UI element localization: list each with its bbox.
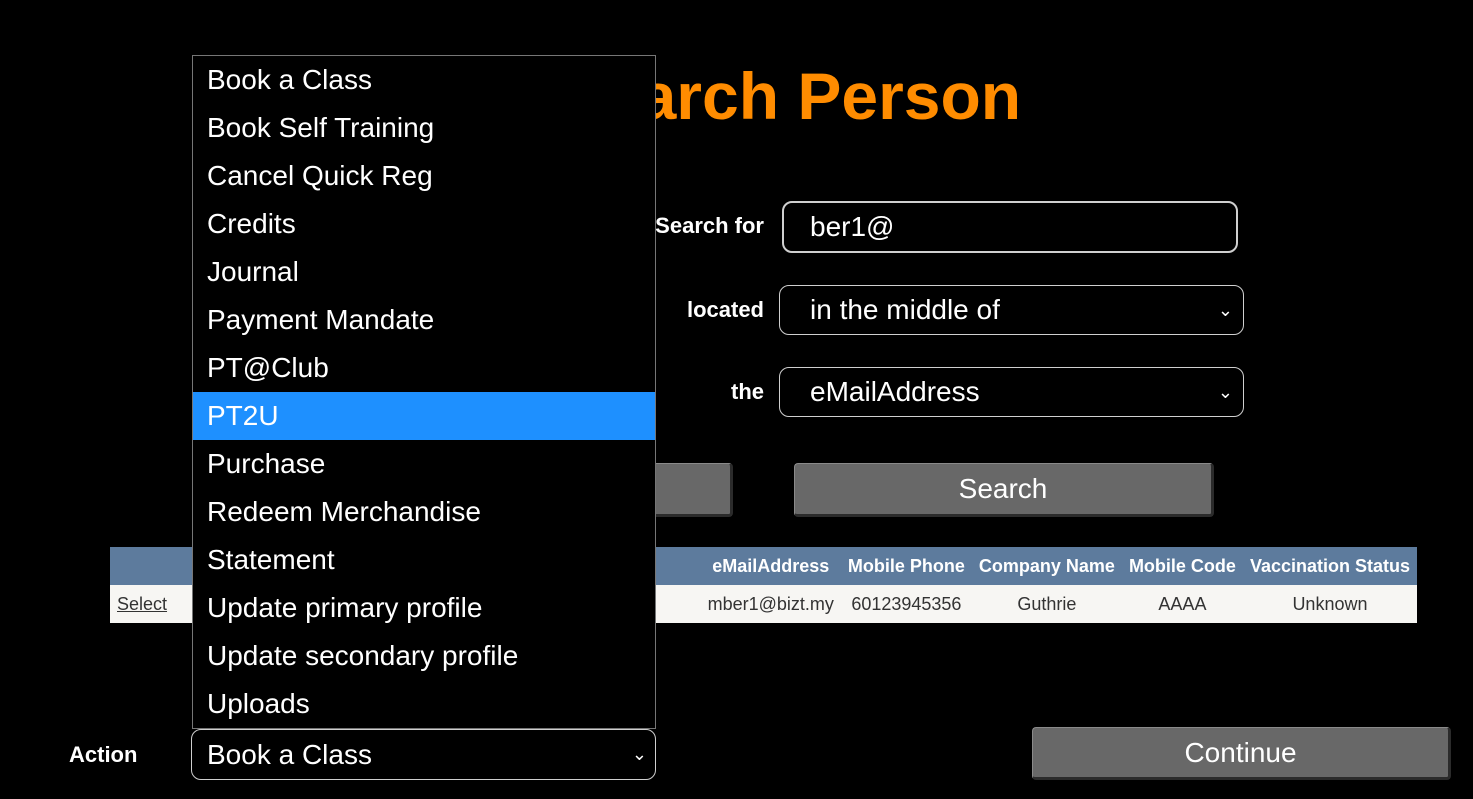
dropdown-option-payment-mandate[interactable]: Payment Mandate xyxy=(193,296,655,344)
chevron-down-icon: ⌄ xyxy=(1217,382,1233,402)
dropdown-option-book-self-training[interactable]: Book Self Training xyxy=(193,104,655,152)
email-cell: mber1@bizt.my xyxy=(700,585,841,623)
dropdown-option-journal[interactable]: Journal xyxy=(193,248,655,296)
field-select-value: eMailAddress xyxy=(810,376,980,407)
company-name-cell: Guthrie xyxy=(971,585,1122,623)
search-input[interactable] xyxy=(782,201,1238,253)
mobile-code-cell: AAAA xyxy=(1121,585,1243,623)
field-select[interactable]: eMailAddress ⌄ xyxy=(779,367,1244,417)
action-select-value: Book a Class xyxy=(207,739,372,770)
select-link[interactable]: Select xyxy=(117,594,167,614)
action-select[interactable]: Book a Class ⌄ xyxy=(191,729,656,780)
search-button[interactable]: Search xyxy=(794,463,1214,517)
dropdown-option-update-primary-profile[interactable]: Update primary profile xyxy=(193,584,655,632)
column-header-select xyxy=(110,547,192,585)
column-header-vaccination-status: Vaccination Status xyxy=(1242,547,1417,585)
column-header-company-name: Company Name xyxy=(971,547,1122,585)
continue-button[interactable]: Continue xyxy=(1032,727,1451,780)
located-select[interactable]: in the middle of ⌄ xyxy=(779,285,1244,335)
dropdown-option-pt2u[interactable]: PT2U xyxy=(193,392,655,440)
dropdown-option-update-secondary-profile[interactable]: Update secondary profile xyxy=(193,632,655,680)
column-header-mobile-phone: Mobile Phone xyxy=(840,547,972,585)
dropdown-option-statement[interactable]: Statement xyxy=(193,536,655,584)
vaccination-status-cell: Unknown xyxy=(1242,585,1417,623)
chevron-down-icon: ⌄ xyxy=(631,744,647,764)
mobile-phone-cell: 60123945356 xyxy=(840,585,972,623)
search-person-page: Search Person Search for located in the … xyxy=(0,0,1473,799)
dropdown-option-book-a-class[interactable]: Book a Class xyxy=(193,56,655,104)
dropdown-option-pt-at-club[interactable]: PT@Club xyxy=(193,344,655,392)
located-select-value: in the middle of xyxy=(810,294,1000,325)
action-dropdown-list: Book a Class Book Self Training Cancel Q… xyxy=(192,55,656,729)
dropdown-option-redeem-merchandise[interactable]: Redeem Merchandise xyxy=(193,488,655,536)
action-label: Action xyxy=(69,742,138,767)
dropdown-option-cancel-quick-reg[interactable]: Cancel Quick Reg xyxy=(193,152,655,200)
column-header-email: eMailAddress xyxy=(700,547,841,585)
dropdown-option-purchase[interactable]: Purchase xyxy=(193,440,655,488)
chevron-down-icon: ⌄ xyxy=(1217,300,1233,320)
column-header-mobile-code: Mobile Code xyxy=(1121,547,1243,585)
dropdown-option-credits[interactable]: Credits xyxy=(193,200,655,248)
dropdown-option-uploads[interactable]: Uploads xyxy=(193,680,655,728)
select-cell: Select xyxy=(110,585,192,623)
